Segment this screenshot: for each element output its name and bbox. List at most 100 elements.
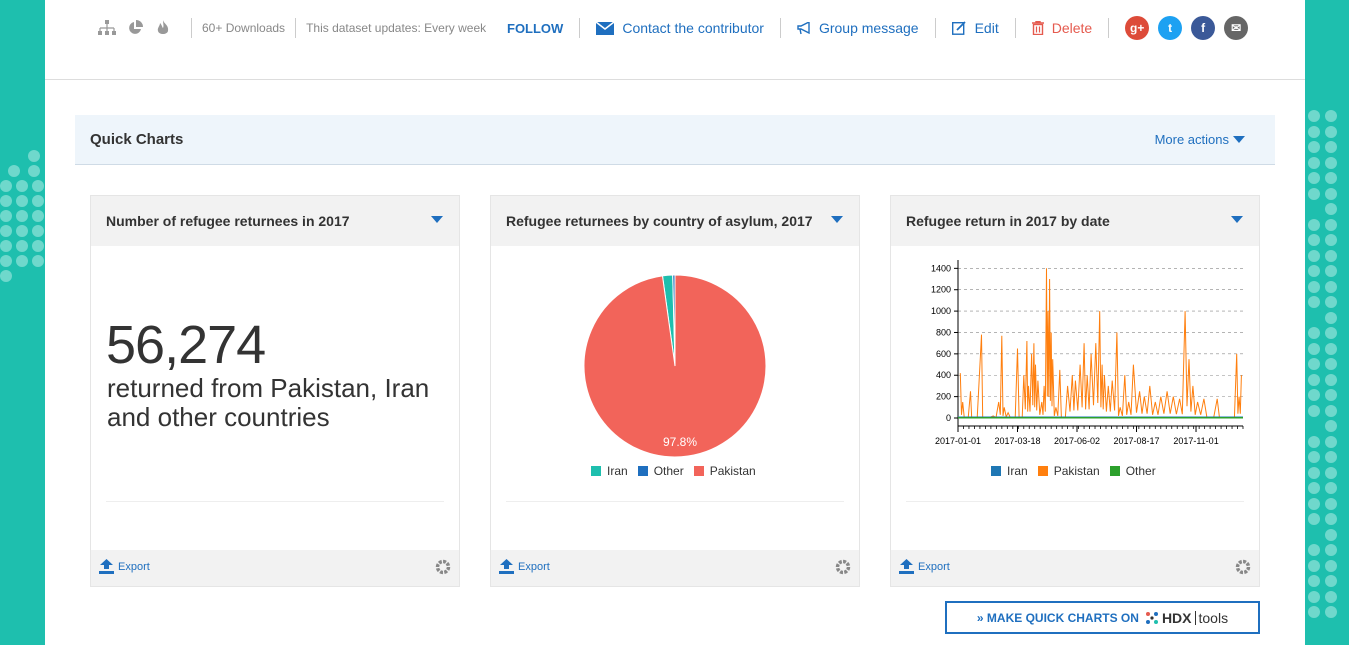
sitemap-icon[interactable]	[97, 19, 117, 37]
decorative-dot	[1325, 420, 1337, 432]
edit-icon	[951, 21, 966, 35]
caret-down-icon	[1233, 136, 1245, 143]
hdx-tools-logo: HDX tools	[1145, 610, 1228, 626]
decorative-dot	[1308, 156, 1320, 169]
card-menu-caret-icon[interactable]	[1231, 216, 1243, 223]
decorative-dot	[1308, 265, 1320, 277]
card-title: Number of refugee returnees in 2017	[106, 213, 350, 229]
twitter-icon[interactable]: t	[1158, 16, 1183, 40]
decorative-dot	[1325, 141, 1337, 153]
edit-label: Edit	[974, 20, 999, 36]
y-tick-label: 0	[946, 413, 951, 423]
card-footer: Export	[491, 550, 859, 586]
decorative-dot	[1325, 590, 1337, 603]
decorative-dot	[1325, 451, 1337, 463]
legend-item-iran: Iran	[991, 464, 1028, 478]
y-tick-label: 400	[936, 370, 951, 380]
upload-icon	[99, 559, 114, 574]
decorative-dot	[1308, 234, 1320, 246]
contact-contributor-link[interactable]: Contact the contributor	[596, 20, 764, 36]
decorative-dot	[1308, 296, 1320, 308]
decorative-dot	[1325, 389, 1337, 401]
x-tick-label: 2017-11-01	[1173, 436, 1218, 446]
decorative-dots-right	[1305, 110, 1349, 620]
group-message-link[interactable]: Group message	[797, 20, 919, 36]
update-frequency: This dataset updates: Every week	[306, 21, 487, 35]
decorative-dot	[1308, 358, 1320, 370]
edit-link[interactable]: Edit	[951, 20, 999, 36]
decorative-dot	[32, 180, 44, 192]
decorative-dot	[1308, 466, 1320, 479]
divider	[106, 501, 444, 502]
divider	[506, 501, 844, 502]
pie-legend: Iran Other Pakistan	[591, 464, 766, 478]
decorative-dot	[1308, 373, 1320, 386]
decorative-dot	[1308, 513, 1320, 525]
decorative-dot	[1325, 234, 1337, 246]
divider	[1014, 18, 1016, 38]
contact-label: Contact the contributor	[622, 20, 764, 36]
export-label: Export	[118, 560, 150, 573]
pie-chart-icon[interactable]	[125, 19, 145, 37]
decorative-dot	[1325, 249, 1337, 262]
decorative-dot	[1325, 606, 1337, 618]
decorative-dot	[1325, 203, 1337, 215]
card-menu-caret-icon[interactable]	[431, 216, 443, 223]
decorative-dots-left	[0, 150, 45, 290]
settings-gear-icon[interactable]	[834, 558, 852, 581]
decorative-dot	[1325, 482, 1337, 494]
upload-icon	[499, 559, 514, 574]
decorative-dot	[1308, 482, 1320, 494]
downloads-count: 60+ Downloads	[202, 21, 286, 35]
decorative-dot	[1325, 265, 1337, 277]
decorative-dot	[1308, 342, 1320, 355]
decorative-dot	[1308, 497, 1320, 510]
divider	[191, 18, 192, 38]
decorative-dot	[1325, 544, 1337, 556]
settings-gear-icon[interactable]	[434, 558, 452, 581]
follow-button[interactable]: FOLLOW	[507, 21, 563, 36]
decorative-dot	[32, 195, 44, 207]
decorative-dot	[1325, 497, 1337, 510]
decorative-dot	[1325, 575, 1337, 587]
chart-card-pie: Refugee returnees by country of asylum, …	[490, 195, 860, 587]
series-line-pakistan	[959, 268, 1242, 419]
x-tick-label: 2017-01-01	[935, 436, 981, 446]
decorative-dot	[28, 165, 40, 177]
google-plus-icon[interactable]: g+	[1125, 16, 1150, 40]
decorative-dot	[1325, 156, 1337, 169]
card-header: Refugee return in 2017 by date	[891, 196, 1259, 246]
line-legend: Iran Pakistan Other	[991, 464, 1166, 478]
trash-icon	[1031, 21, 1044, 35]
decorative-dot	[1308, 327, 1320, 339]
decorative-dot	[1325, 342, 1337, 355]
legend-item-iran: Iran	[591, 464, 628, 478]
card-menu-caret-icon[interactable]	[831, 216, 843, 223]
legend-item-other: Other	[637, 464, 684, 478]
legend-item-pakistan: Pakistan	[1037, 464, 1100, 478]
decorative-dot	[1325, 187, 1337, 200]
decorative-dot	[1325, 373, 1337, 386]
make-quick-charts-button[interactable]: » MAKE QUICK CHARTS ON HDX tools	[945, 601, 1260, 634]
decorative-dot	[1308, 125, 1320, 138]
facebook-icon[interactable]: f	[1191, 16, 1216, 40]
more-actions-dropdown[interactable]: More actions	[1155, 132, 1245, 147]
x-tick-label: 2017-03-18	[994, 436, 1040, 446]
decorative-dot	[1308, 559, 1320, 572]
export-button[interactable]: Export	[99, 559, 150, 574]
decorative-dot	[1308, 172, 1320, 184]
export-button[interactable]: Export	[499, 559, 550, 574]
decorative-dot	[1308, 544, 1320, 556]
divider	[1108, 18, 1110, 38]
dataset-meta: 60+ Downloads This dataset updates: Ever…	[97, 18, 486, 38]
decorative-dot	[1325, 358, 1337, 370]
decorative-dot	[1325, 435, 1337, 448]
export-button[interactable]: Export	[899, 559, 950, 574]
email-icon[interactable]: ✉	[1224, 16, 1249, 40]
decorative-dot	[1325, 327, 1337, 339]
decorative-dot	[16, 210, 28, 222]
legend-item-pakistan: Pakistan	[693, 464, 756, 478]
decorative-dot	[16, 180, 28, 192]
delete-link[interactable]: Delete	[1031, 20, 1092, 36]
settings-gear-icon[interactable]	[1234, 558, 1252, 581]
